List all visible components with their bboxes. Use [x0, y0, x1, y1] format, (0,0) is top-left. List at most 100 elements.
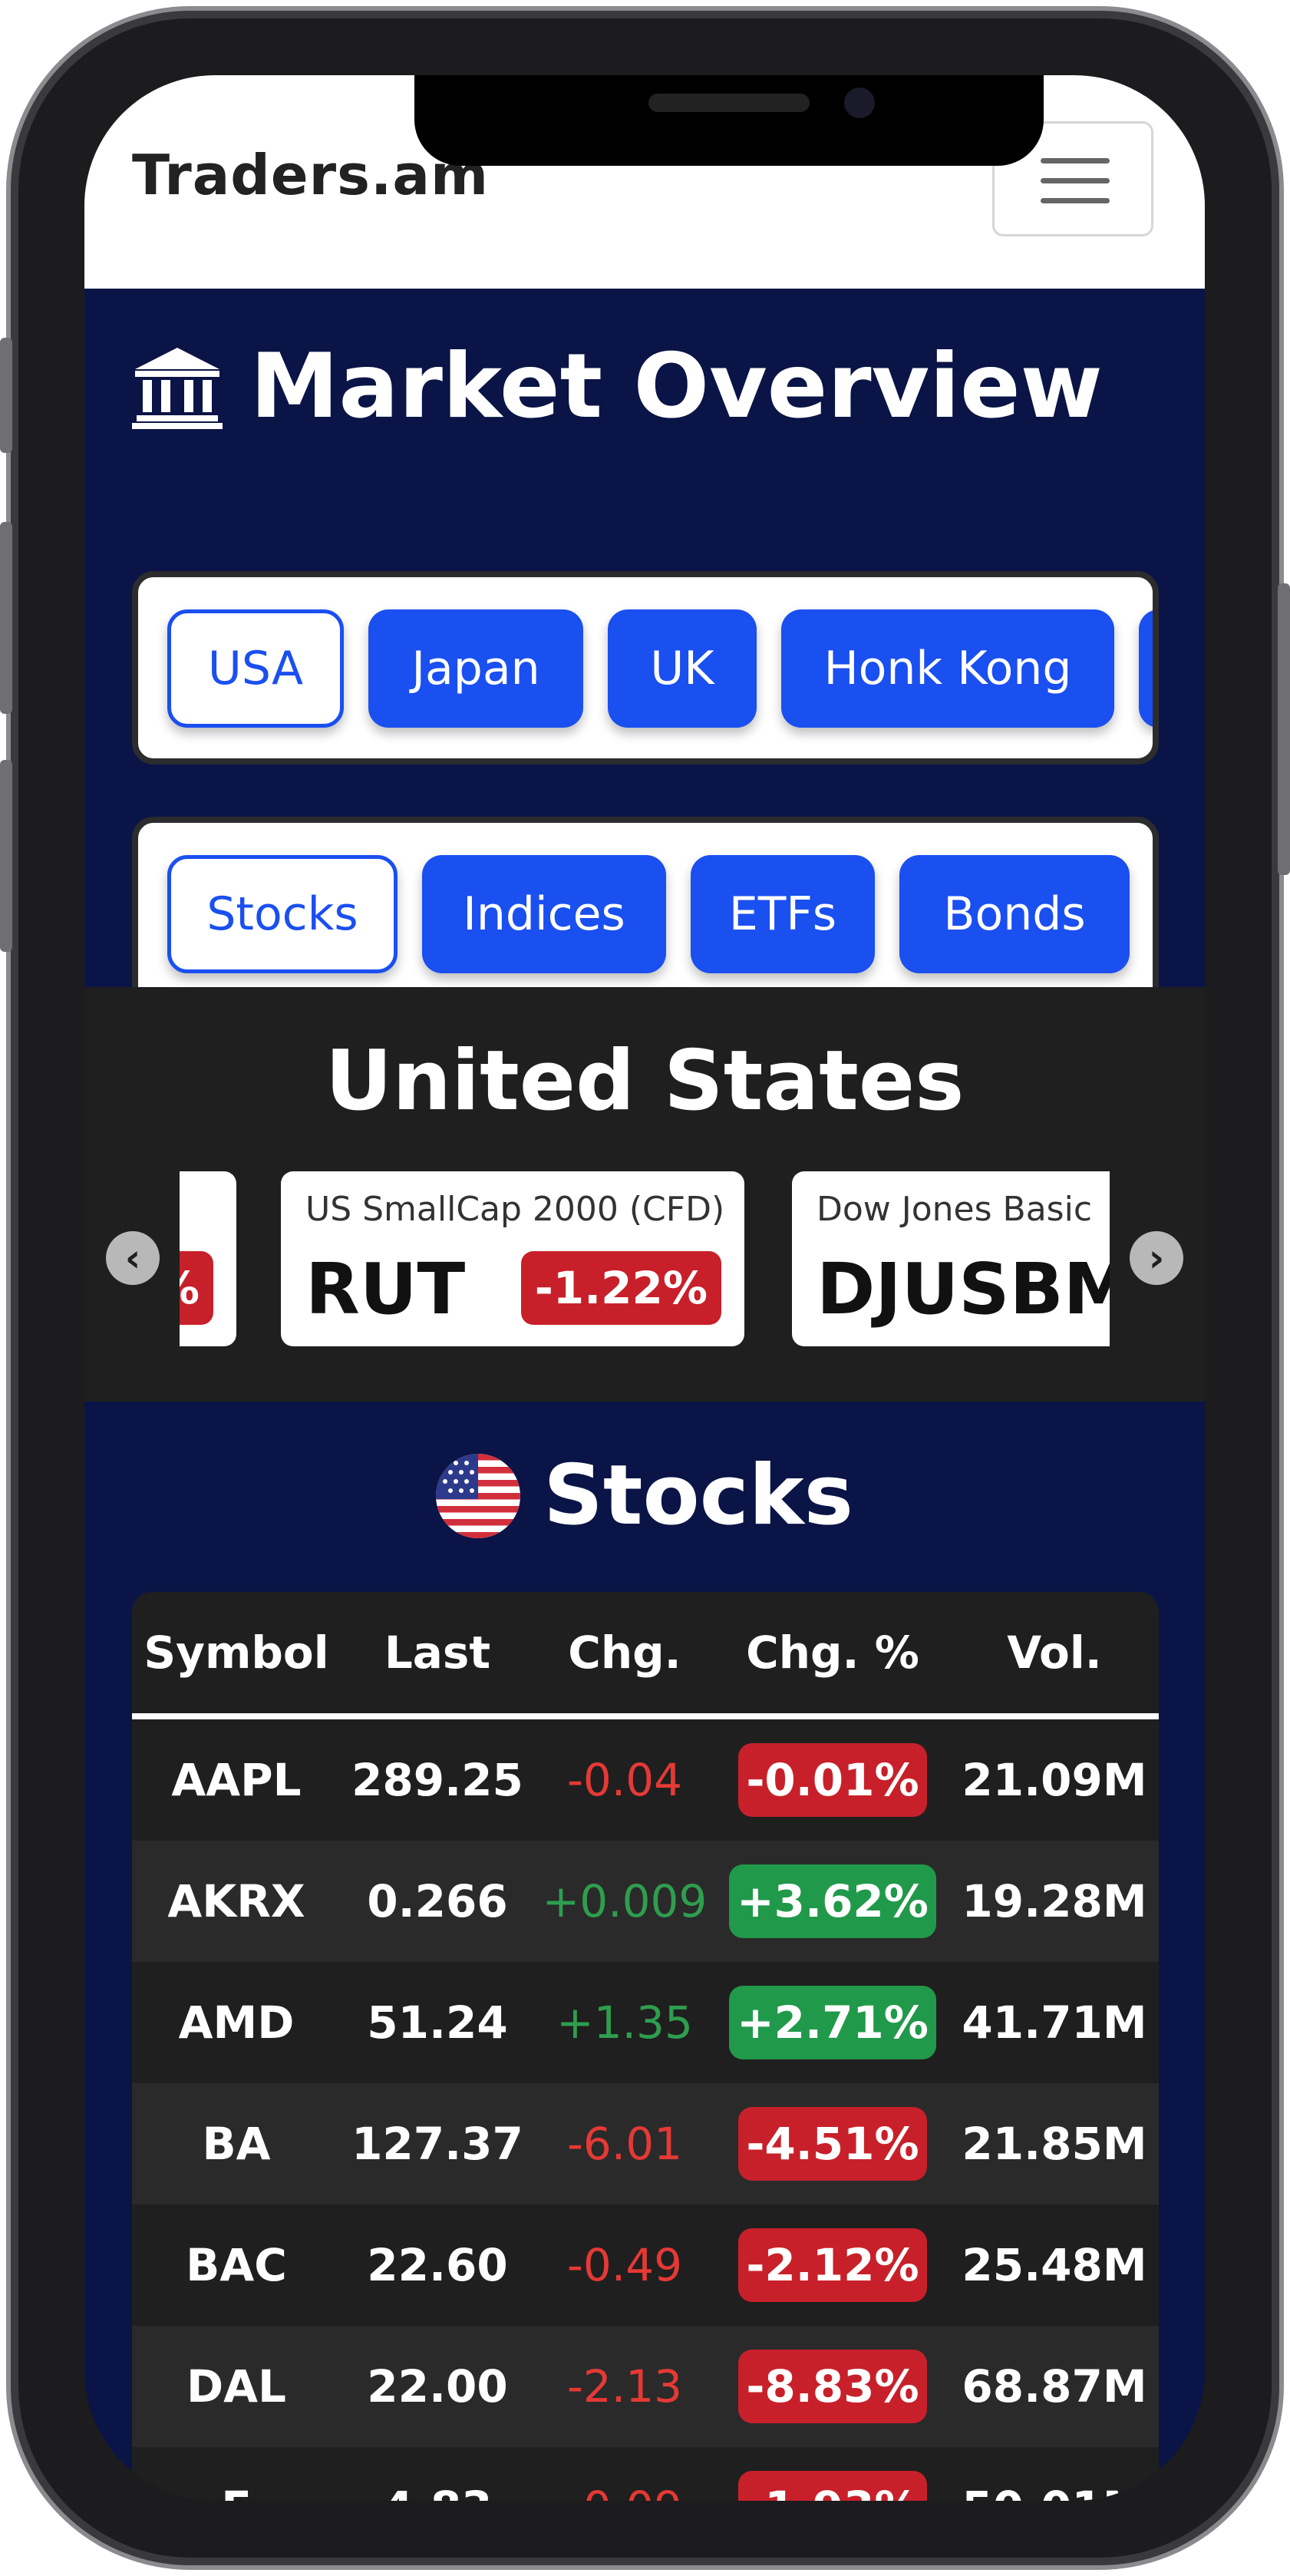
ticker-card[interactable]: US SmallCap 2000 (CFD) RUT -1.22%	[281, 1171, 744, 1346]
cell-change: +1.35	[534, 1962, 715, 2083]
ticker-change-badge: %	[180, 1251, 213, 1325]
phone-screen: Traders.am Market Overview USA Japan UK …	[84, 75, 1205, 2501]
market-overview-section: Market Overview USA Japan UK Honk Kong S…	[84, 289, 1205, 1010]
chevron-right-icon[interactable]: ›	[1130, 1231, 1183, 1285]
country-filter: USA Japan UK Honk Kong	[132, 571, 1159, 765]
column-header-symbol[interactable]: Symbol	[132, 1592, 341, 1719]
table-header-row: Symbol Last Chg. Chg. % Vol.	[132, 1592, 1159, 1719]
cell-last: 127.37	[341, 2083, 534, 2204]
cell-change: -2.13	[534, 2326, 715, 2447]
cell-volume: 25.48M	[950, 2204, 1159, 2326]
ticker-card[interactable]: %	[180, 1171, 236, 1346]
ticker-section: United States ‹ % US SmallCap 2000 (CFD)…	[84, 987, 1205, 1402]
ticker-card[interactable]: Dow Jones Basic DJUSBM	[792, 1171, 1110, 1346]
menu-icon	[1041, 158, 1110, 163]
volume-up-button	[0, 522, 12, 714]
cell-symbol[interactable]: BA	[132, 2083, 341, 2204]
front-camera	[844, 88, 875, 118]
ticker-name: Dow Jones Basic	[817, 1190, 1093, 1229]
cell-change-percent: -1.93%	[715, 2447, 950, 2501]
power-button	[1278, 583, 1290, 875]
speaker-grille	[648, 94, 810, 112]
cell-volume: 21.09M	[950, 1716, 1159, 1841]
cell-symbol[interactable]: DAL	[132, 2326, 341, 2447]
ticker-symbol: DJUSBM	[817, 1248, 1110, 1330]
table-row[interactable]: F 4.83 -0.09 -1.93% 50.01M	[132, 2447, 1159, 2501]
cell-symbol[interactable]: F	[132, 2447, 341, 2501]
stocks-table: Symbol Last Chg. Chg. % Vol. AAPL 289.25…	[132, 1592, 1159, 2501]
phone-frame: Traders.am Market Overview USA Japan UK …	[0, 0, 1290, 2576]
cell-last: 0.266	[341, 1841, 534, 1962]
change-percent-badge: +3.62%	[729, 1864, 936, 1938]
asset-type-filter: Stocks Indices ETFs Bonds	[132, 817, 1159, 1010]
country-tab-uk[interactable]: UK	[608, 609, 757, 728]
column-header-change[interactable]: Chg.	[534, 1592, 715, 1719]
ticker-symbol: RUT	[305, 1248, 466, 1330]
cell-volume: 21.85M	[950, 2083, 1159, 2204]
cell-volume: 50.01M	[950, 2447, 1159, 2501]
cell-change-percent: -4.51%	[715, 2083, 950, 2204]
table-row[interactable]: BA 127.37 -6.01 -4.51% 21.85M	[132, 2083, 1159, 2204]
change-percent-badge: -8.83%	[738, 2350, 927, 2423]
column-header-last[interactable]: Last	[341, 1592, 534, 1719]
ticker-heading: United States	[325, 1033, 965, 1129]
table-row[interactable]: AKRX 0.266 +0.009 +3.62% 19.28M	[132, 1841, 1159, 1962]
asset-tab-etfs[interactable]: ETFs	[691, 855, 875, 973]
ticker-carousel: % US SmallCap 2000 (CFD) RUT -1.22% Dow …	[180, 1171, 1110, 1348]
asset-tab-indices[interactable]: Indices	[422, 855, 666, 973]
notch	[414, 75, 1044, 166]
cell-volume: 19.28M	[950, 1841, 1159, 1962]
change-percent-badge: -4.51%	[738, 2107, 927, 2181]
cell-last: 22.60	[341, 2204, 534, 2326]
country-tab-usa[interactable]: USA	[167, 609, 344, 728]
country-tab-hong-kong[interactable]: Honk Kong	[781, 609, 1114, 728]
cell-change: -0.04	[534, 1716, 715, 1841]
change-percent-badge: -2.12%	[738, 2228, 927, 2302]
cell-last: 22.00	[341, 2326, 534, 2447]
cell-change-percent: +2.71%	[715, 1962, 950, 2083]
cell-symbol[interactable]: AKRX	[132, 1841, 341, 1962]
country-tab-next[interactable]	[1139, 609, 1153, 728]
menu-icon	[1041, 198, 1110, 203]
change-percent-badge: -0.01%	[738, 1743, 927, 1817]
cell-symbol[interactable]: AMD	[132, 1962, 341, 2083]
cell-volume: 41.71M	[950, 1962, 1159, 2083]
ticker-name: US SmallCap 2000 (CFD)	[305, 1190, 725, 1229]
asset-tab-bonds[interactable]: Bonds	[899, 855, 1130, 973]
cell-change-percent: -8.83%	[715, 2326, 950, 2447]
chevron-left-icon[interactable]: ‹	[106, 1231, 160, 1285]
bank-icon	[132, 347, 223, 429]
column-header-volume[interactable]: Vol.	[950, 1592, 1159, 1719]
stocks-section: Stocks Symbol Last Chg. Chg. % Vol. AAPL…	[84, 1402, 1205, 2501]
change-percent-badge: -1.93%	[738, 2471, 927, 2501]
table-row[interactable]: BAC 22.60 -0.49 -2.12% 25.48M	[132, 2204, 1159, 2326]
ticker-change-badge: -1.22%	[520, 1251, 721, 1325]
cell-volume: 68.87M	[950, 2326, 1159, 2447]
cell-last: 4.83	[341, 2447, 534, 2501]
stocks-heading: Stocks	[84, 1448, 1205, 1544]
stocks-title: Stocks	[543, 1448, 853, 1544]
table-row[interactable]: DAL 22.00 -2.13 -8.83% 68.87M	[132, 2326, 1159, 2447]
cell-change-percent: -2.12%	[715, 2204, 950, 2326]
menu-icon	[1041, 178, 1110, 183]
cell-change-percent: +3.62%	[715, 1841, 950, 1962]
cell-last: 51.24	[341, 1962, 534, 2083]
cell-change: -0.09	[534, 2447, 715, 2501]
us-flag-icon	[436, 1453, 521, 1538]
asset-tab-stocks[interactable]: Stocks	[167, 855, 398, 973]
cell-symbol[interactable]: BAC	[132, 2204, 341, 2326]
volume-down-button	[0, 760, 12, 952]
cell-change: -6.01	[534, 2083, 715, 2204]
country-tab-japan[interactable]: Japan	[368, 609, 583, 728]
table-row[interactable]: AMD 51.24 +1.35 +2.71% 41.71M	[132, 1962, 1159, 2083]
mute-switch	[0, 338, 12, 453]
market-overview-heading: Market Overview	[132, 335, 1103, 438]
table-row[interactable]: AAPL 289.25 -0.04 -0.01% 21.09M	[132, 1716, 1159, 1841]
cell-change: -0.49	[534, 2204, 715, 2326]
cell-change-percent: -0.01%	[715, 1716, 950, 1841]
cell-change: +0.009	[534, 1841, 715, 1962]
change-percent-badge: +2.71%	[729, 1986, 936, 2059]
page-title: Market Overview	[250, 335, 1103, 438]
column-header-change-percent[interactable]: Chg. %	[715, 1592, 950, 1719]
cell-symbol[interactable]: AAPL	[132, 1716, 341, 1841]
